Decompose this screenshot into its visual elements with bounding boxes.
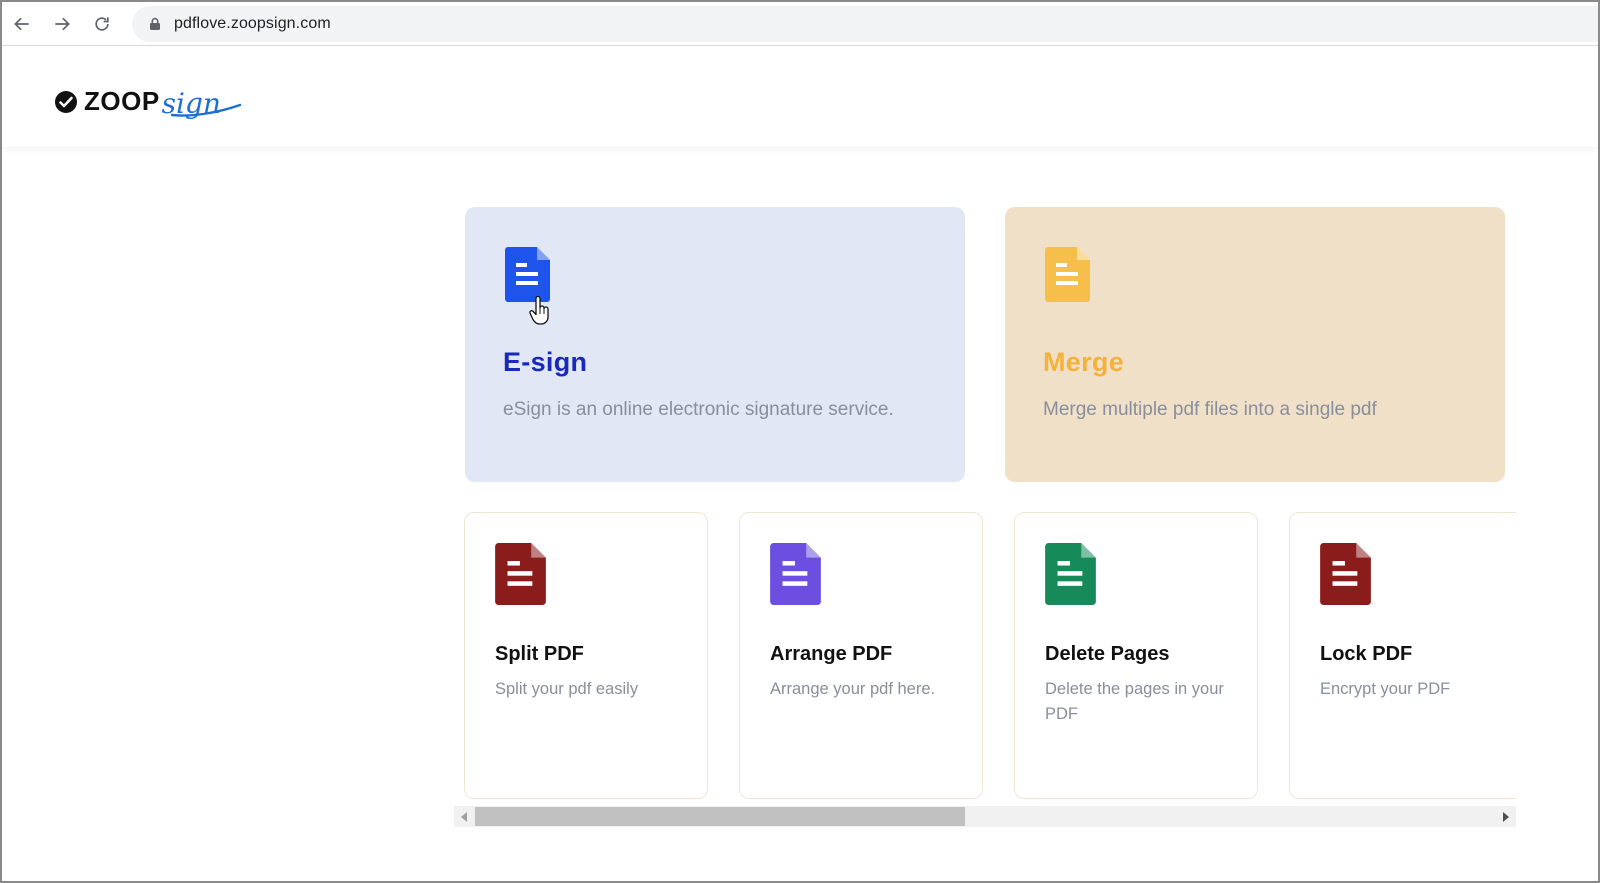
document-icon [505,247,550,302]
esign-card[interactable]: E-sign eSign is an online electronic sig… [465,207,965,482]
delete-pages-description: Delete the pages in your PDF [1045,680,1224,723]
split-pdf-card[interactable]: Split PDF Split your pdf easily [464,512,708,799]
back-button[interactable] [6,8,38,40]
document-icon [770,543,821,605]
check-circle-icon [55,90,77,113]
lock-pdf-description: Encrypt your PDF [1320,680,1451,698]
scroll-right-button[interactable] [1496,806,1516,827]
scroll-left-button[interactable] [454,806,474,827]
split-pdf-description: Split your pdf easily [495,680,639,698]
caret-right-icon [1503,811,1509,822]
reload-icon [95,17,109,31]
caret-left-icon [461,811,467,822]
arrow-right-icon [55,17,70,31]
arrange-pdf-card[interactable]: Arrange PDF Arrange your pdf here. [739,512,983,799]
reload-button[interactable] [86,8,118,40]
document-icon [495,543,546,605]
delete-pages-card[interactable]: Delete Pages Delete the pages in your PD… [1014,512,1258,799]
forward-button[interactable] [46,8,78,40]
tools-carousel[interactable]: Split PDF Split your pdf easily Arrange … [454,510,1516,802]
browser-window: pdflove.zoopsign.com ZOOP sign E-sign eS… [0,0,1600,883]
lock-pdf-title: Lock PDF [1320,643,1413,665]
site-header: ZOOP sign [2,47,1598,147]
document-icon [1320,543,1371,605]
document-icon [1045,543,1096,605]
delete-pages-title: Delete Pages [1045,643,1170,665]
lock-icon [148,17,162,31]
scrollbar-thumb[interactable] [475,807,965,826]
esign-title: E-sign [503,347,588,377]
split-pdf-title: Split PDF [495,643,584,665]
merge-description: Merge multiple pdf files into a single p… [1043,399,1377,420]
arrow-left-icon [14,17,29,31]
logo-swash [170,103,242,117]
merge-card[interactable]: Merge Merge multiple pdf files into a si… [1005,207,1505,482]
url-text: pdflove.zoopsign.com [174,15,331,32]
lock-pdf-card[interactable]: Lock PDF Encrypt your PDF [1289,512,1516,799]
arrange-pdf-description: Arrange your pdf here. [770,680,936,698]
horizontal-scrollbar[interactable] [454,806,1516,827]
browser-toolbar: pdflove.zoopsign.com [2,2,1598,46]
merge-title: Merge [1043,347,1125,377]
document-icon [1045,247,1090,302]
zoopsign-logo[interactable]: ZOOP sign [54,85,242,120]
arrange-pdf-title: Arrange PDF [770,643,893,665]
esign-description: eSign is an online electronic signature … [503,399,894,420]
address-bar[interactable]: pdflove.zoopsign.com [132,6,1598,42]
logo-word: ZOOP [84,86,160,116]
